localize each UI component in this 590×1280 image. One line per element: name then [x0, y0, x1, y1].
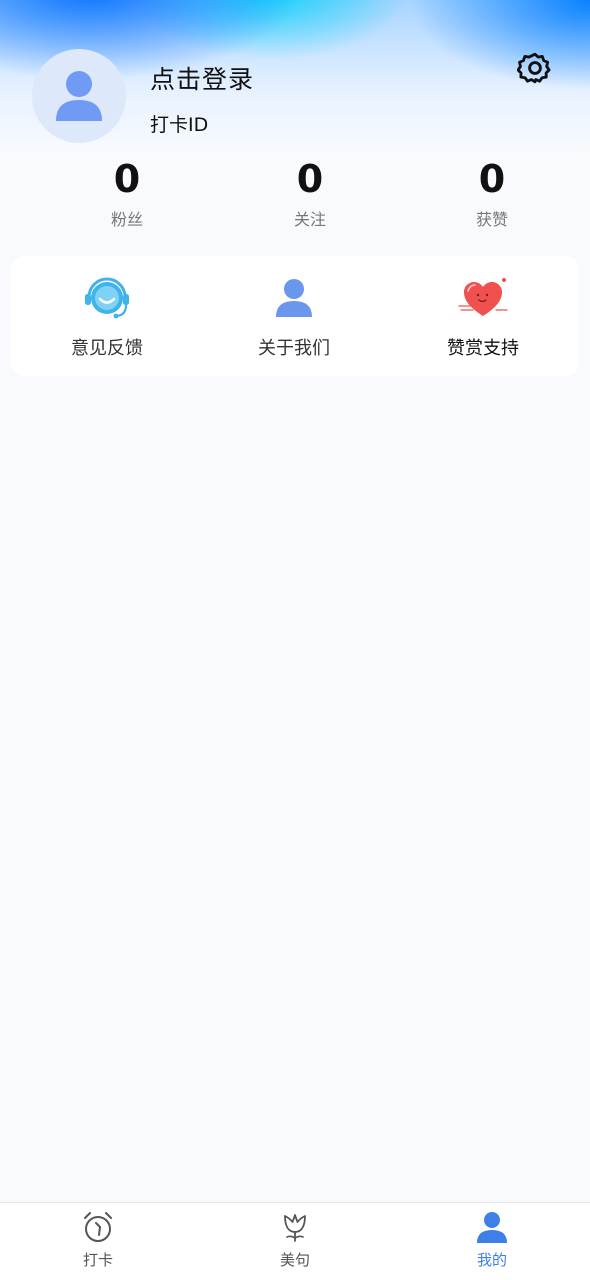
stat-following[interactable]: 0 关注 — [250, 155, 370, 230]
heart-icon — [458, 278, 508, 316]
menu-item-support[interactable]: 赞赏支持 — [413, 274, 553, 364]
stat-label: 获赞 — [475, 210, 508, 229]
menu-item-label: 关于我们 — [258, 338, 330, 359]
user-icon — [276, 279, 312, 317]
menu-item-feedback[interactable]: 意见反馈 — [37, 274, 177, 364]
login-title[interactable]: 点击登录 — [150, 60, 254, 96]
tulip-icon — [284, 1214, 306, 1242]
user-icon — [477, 1212, 507, 1243]
avatar[interactable] — [32, 49, 126, 143]
menu-item-about[interactable]: 关于我们 — [224, 274, 364, 364]
tab-mine[interactable]: 我的 — [437, 1209, 547, 1277]
user-id-label: 打卡ID — [150, 114, 209, 136]
stat-value: 0 — [296, 157, 324, 201]
settings-button[interactable] — [515, 48, 555, 88]
menu-item-label: 意见反馈 — [71, 338, 143, 359]
gear-icon — [517, 52, 551, 84]
stats-row: 0 粉丝 0 关注 0 获赞 — [0, 155, 590, 235]
stat-value: 0 — [478, 157, 506, 201]
stat-value: 0 — [113, 157, 141, 201]
alarm-clock-icon — [84, 1212, 112, 1242]
stat-label: 关注 — [293, 210, 326, 229]
bottom-tab-bar: 打卡 美句 我的 — [0, 1202, 590, 1280]
feature-card: 意见反馈 关于我们 赞赏支持 — [11, 256, 579, 376]
profile-page: 点击登录 打卡ID 0 粉丝 0 关注 0 获赞 意见反馈 关于我们 赞赏支持 … — [0, 0, 590, 1280]
headset-smile-icon — [85, 277, 129, 319]
stat-fans[interactable]: 0 粉丝 — [67, 155, 187, 230]
tab-label: 我的 — [476, 1251, 507, 1269]
tab-label: 美句 — [279, 1251, 310, 1269]
tab-checkin[interactable]: 打卡 — [43, 1209, 153, 1277]
tab-label: 打卡 — [82, 1251, 113, 1269]
stat-label: 粉丝 — [110, 210, 143, 229]
stat-likes[interactable]: 0 获赞 — [432, 155, 552, 230]
tab-quotes[interactable]: 美句 — [240, 1209, 350, 1277]
menu-item-label: 赞赏支持 — [447, 338, 519, 359]
user-icon — [56, 71, 102, 121]
